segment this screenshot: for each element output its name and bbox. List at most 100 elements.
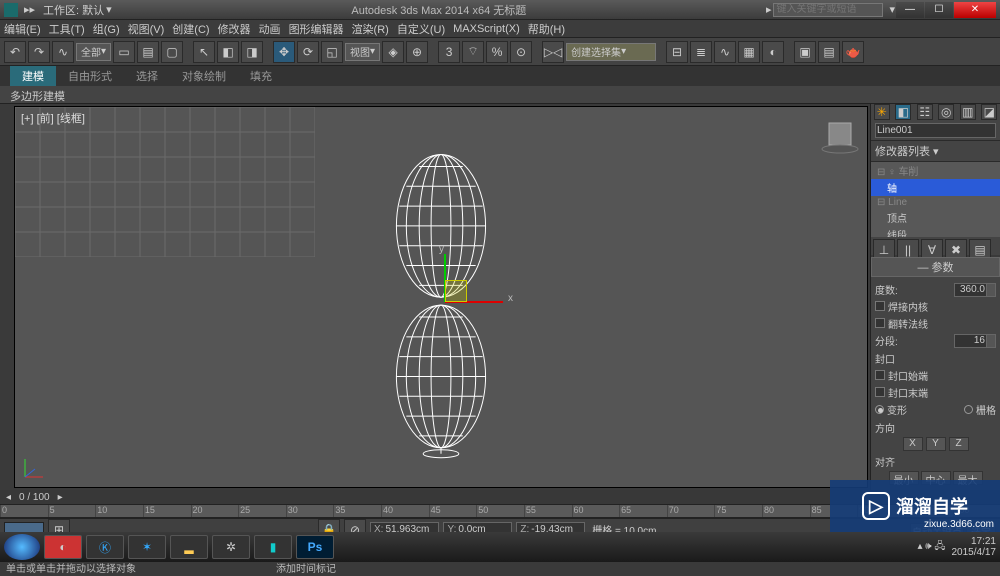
select-name-button[interactable]: ▤ xyxy=(137,41,159,63)
params-rollout-header[interactable]: — 参数 xyxy=(871,257,1000,277)
task-3dsmax[interactable]: ▮ xyxy=(254,535,292,559)
menu-help[interactable]: 帮助(H) xyxy=(528,21,565,37)
stack-lathe[interactable]: ⊟ ♀ 车削 xyxy=(871,162,1000,179)
render-button[interactable]: 🫖 xyxy=(842,41,864,63)
close-button[interactable]: ✕ xyxy=(954,2,996,18)
menu-animation[interactable]: 动画 xyxy=(259,21,281,37)
left-dock[interactable] xyxy=(0,104,12,490)
arrows[interactable]: ▸▸ xyxy=(24,3,35,16)
modifier-stack[interactable]: ⊟ ♀ 车削 轴 ⊟ Line 顶点 线段 样条线 xyxy=(871,162,1000,237)
motion-tab-icon[interactable]: ◎ xyxy=(938,104,954,120)
modifier-list-combo[interactable]: 修改器列表 ▾ xyxy=(871,141,1000,162)
stack-line[interactable]: ⊟ Line xyxy=(871,196,1000,209)
spinner-button[interactable]: ⊙ xyxy=(510,41,532,63)
angsnap-button[interactable]: ⌔ xyxy=(462,41,484,63)
select-rect-button[interactable]: ▢ xyxy=(161,41,183,63)
weld-checkbox[interactable] xyxy=(875,301,885,311)
utilities-tab-icon[interactable]: ◪ xyxy=(981,104,997,120)
create-tab-icon[interactable]: ✳ xyxy=(874,104,890,120)
dir-y-button[interactable]: Y xyxy=(926,437,946,451)
gizmo-xy-plane[interactable] xyxy=(445,280,467,302)
task-k[interactable]: Ⓚ xyxy=(86,535,124,559)
stack-vertex[interactable]: 顶点 xyxy=(871,209,1000,226)
tab-objpaint[interactable]: 对象绘制 xyxy=(170,66,238,86)
search-arrow[interactable]: ▸ xyxy=(766,3,772,16)
menu-view[interactable]: 视图(V) xyxy=(128,21,165,37)
maximize-button[interactable]: ☐ xyxy=(925,2,953,18)
menu-edit[interactable]: 编辑(E) xyxy=(4,21,41,37)
capstart-checkbox[interactable] xyxy=(875,370,885,380)
crossing-button[interactable]: ◨ xyxy=(241,41,263,63)
schematic-button[interactable]: ▦ xyxy=(738,41,760,63)
viewport-front[interactable]: x y [+] [前] [线框] xyxy=(14,106,868,488)
arrow-button[interactable]: ↖ xyxy=(193,41,215,63)
redo-button[interactable]: ↷ xyxy=(28,41,50,63)
window-button[interactable]: ◧ xyxy=(217,41,239,63)
move-button[interactable]: ✥ xyxy=(273,41,295,63)
render-frame-button[interactable]: ▤ xyxy=(818,41,840,63)
workspace-selector[interactable]: 工作区: 默认 xyxy=(43,2,104,18)
manip-button[interactable]: ⊕ xyxy=(406,41,428,63)
snap-button[interactable]: 3 xyxy=(438,41,460,63)
display-tab-icon[interactable]: ▥ xyxy=(960,104,976,120)
search-input[interactable] xyxy=(773,3,883,17)
minimize-button[interactable]: — xyxy=(896,2,924,18)
tab-select[interactable]: 选择 xyxy=(124,66,170,86)
pctsnap-button[interactable]: % xyxy=(486,41,508,63)
select-button[interactable]: ▭ xyxy=(113,41,135,63)
menu-customize[interactable]: 自定义(U) xyxy=(397,21,445,37)
viewcube[interactable] xyxy=(819,113,861,155)
ribbon-subpanel[interactable]: 多边形建模 xyxy=(0,86,1000,104)
add-time-tag[interactable]: 添加时间标记 xyxy=(276,560,336,575)
segments-spinner[interactable]: 16 xyxy=(954,334,996,348)
tab-freeform[interactable]: 自由形式 xyxy=(56,66,124,86)
menu-graph[interactable]: 图形编辑器 xyxy=(289,21,344,37)
object-name-field[interactable] xyxy=(875,123,996,138)
tray-date[interactable]: 2015/4/17 xyxy=(952,547,997,558)
tab-modeling[interactable]: 建模 xyxy=(10,66,56,86)
tray-time[interactable]: 17:21 xyxy=(952,536,997,547)
filter-combo[interactable]: 全部 ▾ xyxy=(76,43,111,61)
task-photoshop[interactable]: Ps xyxy=(296,535,334,559)
tab-fill[interactable]: 填充 xyxy=(238,66,284,86)
app-icon[interactable] xyxy=(4,3,18,17)
degrees-spinner[interactable]: 360.0 xyxy=(954,283,996,297)
selset-combo[interactable]: 创建选择集 ▾ xyxy=(566,43,656,61)
morph-radio[interactable] xyxy=(875,405,884,414)
windows-taskbar[interactable]: ◐ Ⓚ ✶ ▂ ✲ ▮ Ps ▴ 🕪 🖧 17:21 2015/4/17 xyxy=(0,532,1000,562)
menu-group[interactable]: 组(G) xyxy=(93,21,120,37)
hierarchy-tab-icon[interactable]: ☷ xyxy=(917,104,933,120)
align-button[interactable]: ⊟ xyxy=(666,41,688,63)
scale-button[interactable]: ◱ xyxy=(321,41,343,63)
menu-modifiers[interactable]: 修改器 xyxy=(218,21,251,37)
layers-button[interactable]: ≣ xyxy=(690,41,712,63)
dir-z-button[interactable]: Z xyxy=(949,437,969,451)
task-chrome[interactable]: ◐ xyxy=(44,535,82,559)
menu-create[interactable]: 创建(C) xyxy=(172,21,209,37)
link-button[interactable]: ∿ xyxy=(52,41,74,63)
task-bird[interactable]: ✶ xyxy=(128,535,166,559)
material-button[interactable]: ◐ xyxy=(762,41,784,63)
stack-segment[interactable]: 线段 xyxy=(871,226,1000,237)
menu-maxscript[interactable]: MAXScript(X) xyxy=(453,23,520,35)
menu-tools[interactable]: 工具(T) xyxy=(49,21,85,37)
dir-x-button[interactable]: X xyxy=(903,437,923,451)
rotate-button[interactable]: ⟳ xyxy=(297,41,319,63)
undo-button[interactable]: ↶ xyxy=(4,41,26,63)
start-button[interactable] xyxy=(4,534,40,560)
refcoord-combo[interactable]: 视图 ▾ xyxy=(345,43,380,61)
render-setup-button[interactable]: ▣ xyxy=(794,41,816,63)
task-explorer[interactable]: ▂ xyxy=(170,535,208,559)
pivot-button[interactable]: ◈ xyxy=(382,41,404,63)
mirror-button[interactable]: ▷◁ xyxy=(542,41,564,63)
task-media[interactable]: ✲ xyxy=(212,535,250,559)
tray-icons[interactable]: ▴ 🕪 🖧 xyxy=(917,539,945,556)
stack-axis[interactable]: 轴 xyxy=(871,179,1000,196)
viewport-label[interactable]: [+] [前] [线框] xyxy=(21,110,85,126)
flip-checkbox[interactable] xyxy=(875,318,885,328)
menu-render[interactable]: 渲染(R) xyxy=(352,21,389,37)
help-dropdown-icon[interactable]: ▾ xyxy=(889,3,895,16)
curve-editor-button[interactable]: ∿ xyxy=(714,41,736,63)
modify-tab-icon[interactable]: ◧ xyxy=(895,104,911,120)
grid-radio[interactable] xyxy=(964,405,973,414)
